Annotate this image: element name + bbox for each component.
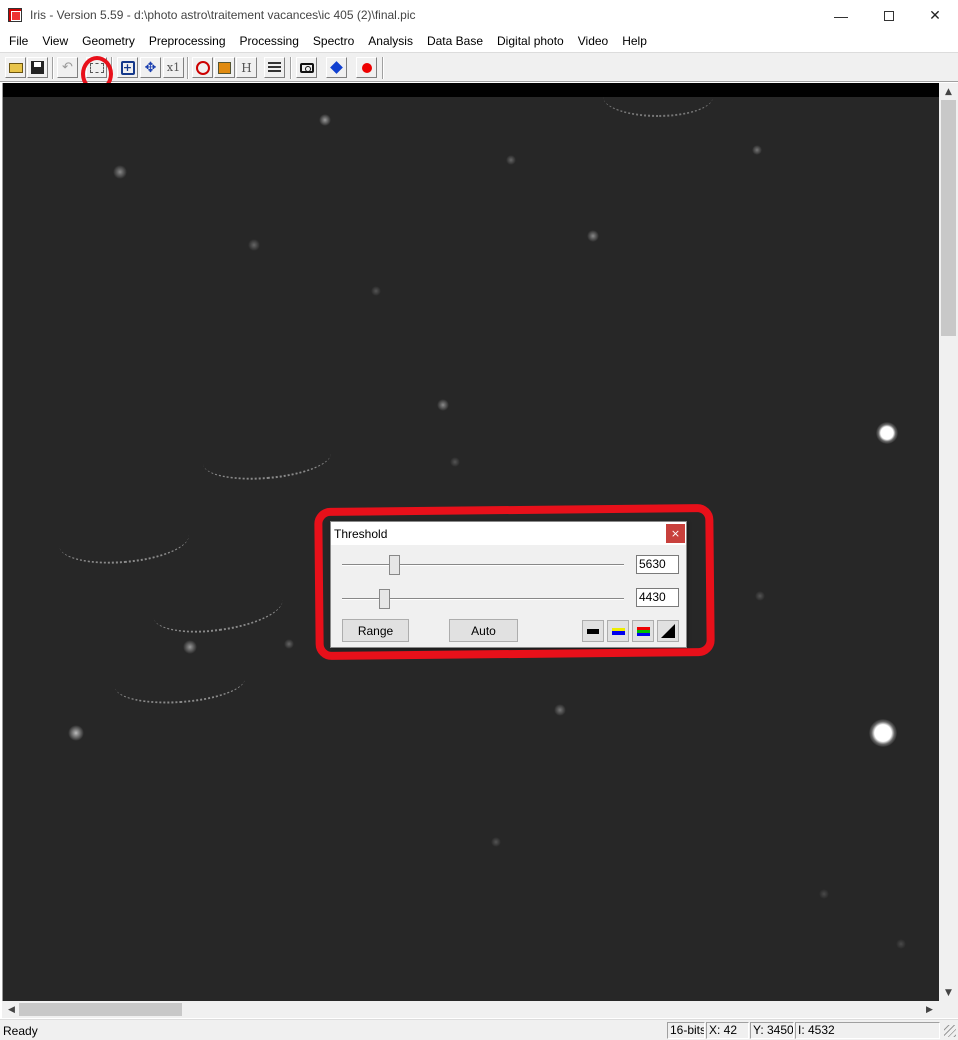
toolbar-separator: [290, 57, 292, 79]
camera-icon: [299, 62, 314, 73]
save-icon: [31, 61, 44, 74]
satellite-trail: [201, 433, 333, 485]
zoom-x1-button[interactable]: x1: [163, 57, 184, 78]
star: [284, 639, 294, 649]
histogram-icon: H: [241, 60, 252, 75]
bright-star: [869, 719, 897, 747]
vertical-scrollbar[interactable]: ▲ ▼: [939, 83, 958, 1001]
x-coordinate: X: 42: [706, 1022, 749, 1039]
blue-tool-button[interactable]: [326, 57, 347, 78]
image-border: [3, 83, 939, 97]
move-button[interactable]: ✥: [140, 57, 161, 78]
zoom-x1-icon: x1: [166, 61, 181, 74]
bit-depth-indicator: 16-bits: [667, 1022, 705, 1039]
menu-view[interactable]: View: [35, 31, 75, 51]
open-button[interactable]: [5, 57, 26, 78]
menu-spectro[interactable]: Spectro: [306, 31, 361, 51]
menu-database[interactable]: Data Base: [420, 31, 490, 51]
snapshot-button[interactable]: [296, 57, 317, 78]
close-button[interactable]: ✕: [912, 0, 958, 31]
scroll-up-icon[interactable]: ▲: [939, 83, 958, 100]
star: [319, 114, 331, 126]
star: [819, 889, 829, 899]
title-bar: Iris - Version 5.59 - d:\photo astro\tra…: [0, 0, 958, 31]
record-button[interactable]: [356, 57, 377, 78]
maximize-button[interactable]: [866, 0, 912, 31]
star: [491, 837, 501, 847]
toolbar-separator: [52, 57, 54, 79]
menu-bar: File View Geometry Preprocessing Process…: [0, 31, 958, 51]
save-button[interactable]: [27, 57, 48, 78]
menu-preprocessing[interactable]: Preprocessing: [142, 31, 233, 51]
menu-help[interactable]: Help: [615, 31, 654, 51]
menu-analysis[interactable]: Analysis: [361, 31, 420, 51]
minimize-button[interactable]: —: [818, 0, 864, 31]
toolbar-separator: [382, 57, 384, 79]
zoom-fit-icon: +: [120, 60, 135, 75]
menu-geometry[interactable]: Geometry: [75, 31, 142, 51]
intensity-value: I: 4532: [795, 1022, 940, 1039]
list-icon: [268, 61, 281, 74]
vertical-scroll-thumb[interactable]: [941, 100, 956, 336]
iris-app-icon: [8, 8, 22, 22]
y-coordinate: Y: 3450: [750, 1022, 794, 1039]
star: [371, 286, 381, 296]
blue-diamond-icon: [330, 61, 343, 74]
star: [68, 725, 84, 741]
star: [506, 155, 516, 165]
bright-star: [876, 422, 898, 444]
star: [437, 399, 449, 411]
horizontal-scroll-thumb[interactable]: [19, 1003, 182, 1016]
zoom-fit-button[interactable]: +: [117, 57, 138, 78]
scrollbar-corner: [939, 1001, 958, 1018]
menu-digital-photo[interactable]: Digital photo: [490, 31, 571, 51]
color-button[interactable]: [214, 57, 235, 78]
red-annotation-box: [314, 503, 715, 661]
toolbar: ↶ + ✥ x1 H: [0, 52, 958, 82]
satellite-trail: [113, 658, 247, 708]
open-folder-icon: [8, 62, 23, 73]
scroll-down-icon[interactable]: ▼: [939, 984, 958, 1001]
red-record-icon: [361, 62, 372, 73]
menu-file[interactable]: File: [2, 31, 35, 51]
color-icon: [218, 61, 231, 74]
star: [450, 457, 460, 467]
scroll-right-icon[interactable]: ▶: [920, 1001, 939, 1018]
rotate-button[interactable]: [192, 57, 213, 78]
star: [755, 591, 765, 601]
star: [587, 230, 599, 242]
star: [113, 165, 127, 179]
star: [752, 145, 762, 155]
histogram-button[interactable]: H: [236, 57, 257, 78]
star: [183, 640, 197, 654]
resize-grip-icon[interactable]: [944, 1025, 956, 1037]
star: [248, 239, 260, 251]
list-button[interactable]: [264, 57, 285, 78]
toolbar-separator: [187, 57, 189, 79]
horizontal-scrollbar[interactable]: ◀ ▶: [2, 1001, 939, 1018]
status-text: Ready: [3, 1024, 38, 1038]
star: [896, 939, 906, 949]
menu-processing[interactable]: Processing: [233, 31, 306, 51]
undo-icon: ↶: [62, 60, 73, 75]
undo-button[interactable]: ↶: [57, 57, 78, 78]
menu-video[interactable]: Video: [571, 31, 615, 51]
window-title: Iris - Version 5.59 - d:\photo astro\tra…: [30, 8, 416, 22]
move-icon: ✥: [144, 59, 157, 76]
rotate-icon: [195, 60, 210, 75]
status-bar: Ready 16-bits X: 42 Y: 3450 I: 4532: [0, 1019, 958, 1040]
satellite-trail: [603, 83, 713, 117]
maximize-icon: [884, 10, 894, 21]
star: [554, 704, 566, 716]
satellite-trail: [57, 513, 191, 569]
satellite-trail: [150, 578, 286, 640]
